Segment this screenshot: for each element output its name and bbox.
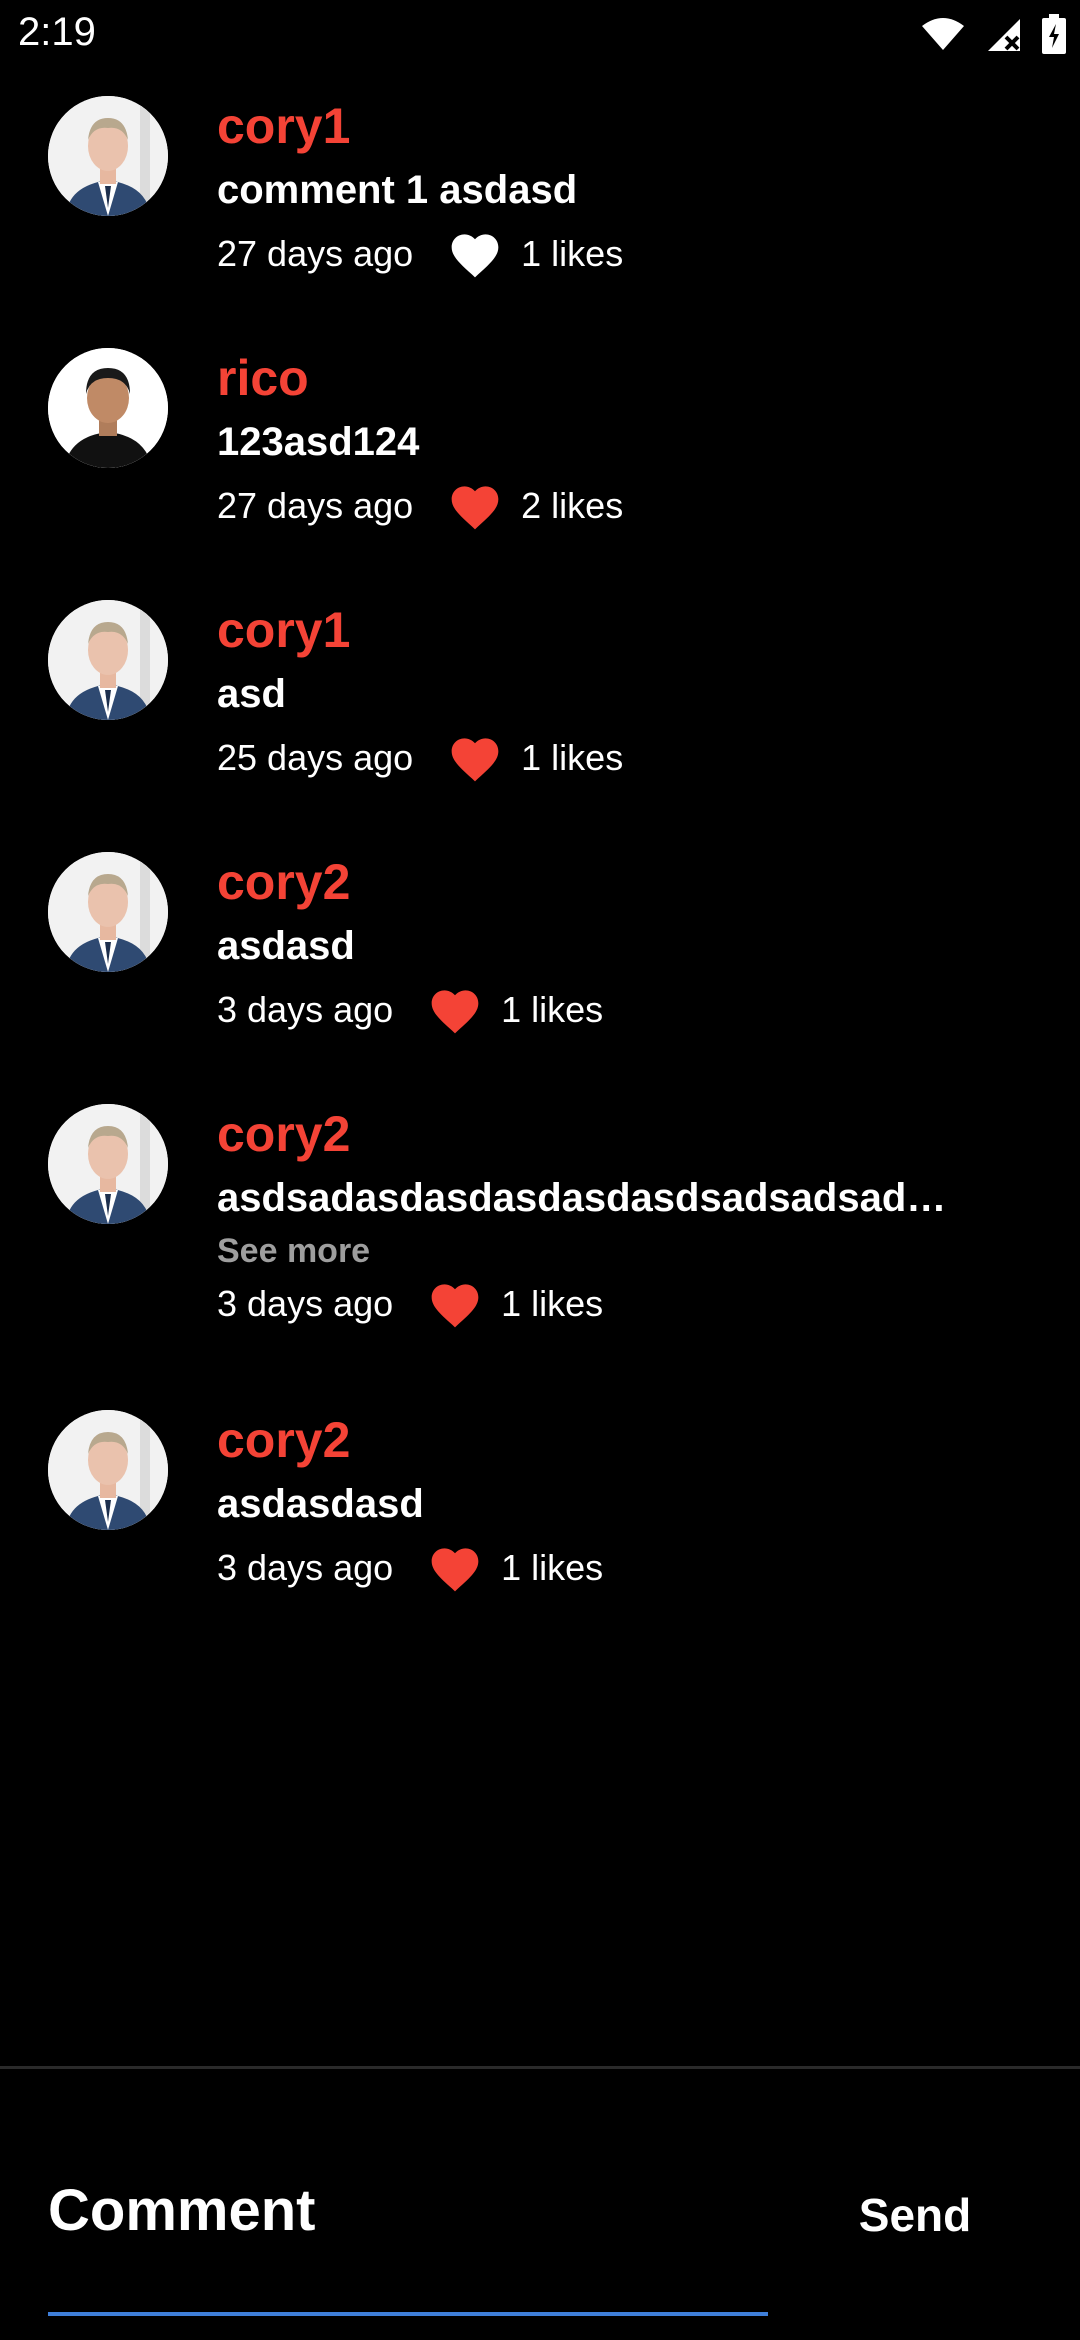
cellular-signal-icon <box>988 19 1020 51</box>
comment-timestamp: 3 days ago <box>217 1547 394 1588</box>
comment-timestamp: 25 days ago <box>217 737 414 778</box>
comment-text: asdasd <box>217 924 355 968</box>
wifi-icon <box>922 18 964 50</box>
user-avatar[interactable] <box>48 96 168 216</box>
comments-screen: 2:19 cory1 comment 1 asdasd 27 days ago … <box>0 0 1080 2340</box>
user-avatar[interactable] <box>48 852 168 972</box>
comment-text: asd <box>217 672 286 716</box>
status-time: 2:19 <box>18 10 96 54</box>
comment-username[interactable]: cory2 <box>217 1104 1017 1164</box>
likes-count: 1 likes <box>501 989 604 1030</box>
comment-text: asdsadasdasdasdasdasdsadsadsad… <box>217 1176 947 1220</box>
user-avatar[interactable] <box>48 348 168 468</box>
see-more-link[interactable]: See more <box>217 1230 1017 1272</box>
comment-timestamp: 27 days ago <box>217 233 414 274</box>
status-bar: 2:19 <box>0 0 1080 72</box>
comment-username[interactable]: cory2 <box>217 1410 1017 1470</box>
comment-timestamp: 27 days ago <box>217 485 414 526</box>
user-avatar[interactable] <box>48 1104 168 1224</box>
likes-count: 1 likes <box>501 1547 604 1588</box>
composer-divider <box>0 2066 1080 2069</box>
comment-input[interactable] <box>48 2170 768 2250</box>
heart-icon[interactable] <box>427 1278 483 1330</box>
comment-timestamp: 3 days ago <box>217 989 394 1030</box>
comment-username[interactable]: cory2 <box>217 852 1017 912</box>
likes-count: 1 likes <box>521 233 624 274</box>
comment-text: asdasdasd <box>217 1482 424 1526</box>
heart-icon[interactable] <box>447 480 503 532</box>
heart-icon[interactable] <box>427 1542 483 1594</box>
send-button[interactable]: Send <box>830 2180 1000 2250</box>
heart-icon[interactable] <box>427 984 483 1036</box>
heart-icon[interactable] <box>447 732 503 784</box>
comment-input-underline <box>48 2312 768 2316</box>
comment-text: comment 1 asdasd <box>217 168 578 212</box>
user-avatar[interactable] <box>48 600 168 720</box>
likes-count: 1 likes <box>501 1283 604 1324</box>
heart-outline-icon[interactable] <box>447 228 503 280</box>
comment-username[interactable]: rico <box>217 348 1017 408</box>
likes-count: 2 likes <box>521 485 624 526</box>
likes-count: 1 likes <box>521 737 624 778</box>
status-icons <box>920 14 1066 54</box>
battery-icon <box>1042 14 1066 54</box>
comment-text: 123asd124 <box>217 420 420 464</box>
comment-username[interactable]: cory1 <box>217 600 1017 660</box>
comment-timestamp: 3 days ago <box>217 1283 394 1324</box>
comment-username[interactable]: cory1 <box>217 96 1017 156</box>
user-avatar[interactable] <box>48 1410 168 1530</box>
